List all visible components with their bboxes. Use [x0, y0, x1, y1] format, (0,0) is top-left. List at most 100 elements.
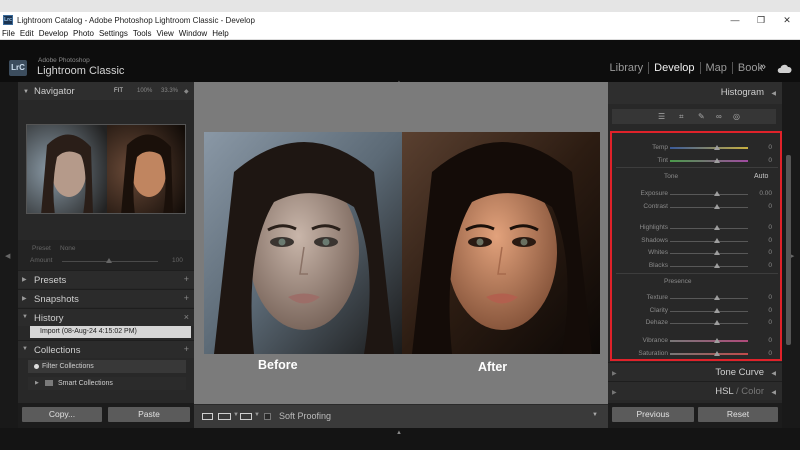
- dehaze-value[interactable]: 0: [768, 319, 772, 326]
- copy-button[interactable]: Copy...: [22, 407, 102, 422]
- histogram-header[interactable]: Histogram ◀: [608, 82, 782, 104]
- hsl-tab[interactable]: HSL: [715, 386, 733, 397]
- highlights-slider-thumb[interactable]: [713, 225, 720, 230]
- texture-value[interactable]: 0: [768, 294, 772, 301]
- shadows-value[interactable]: 0: [768, 237, 772, 244]
- before-after-dropdown-icon[interactable]: ▼: [233, 412, 239, 418]
- auto-tone-button[interactable]: Auto: [754, 173, 768, 180]
- exposure-slider[interactable]: [670, 194, 748, 195]
- expand-triangle-icon[interactable]: ▶: [22, 276, 27, 283]
- collapse-triangle-icon[interactable]: ◀: [771, 90, 776, 97]
- module-develop[interactable]: Develop: [649, 62, 699, 74]
- collapse-triangle-icon[interactable]: ▼: [23, 89, 29, 95]
- zoom-fit[interactable]: FIT: [114, 88, 123, 94]
- saturation-slider[interactable]: [670, 352, 748, 355]
- edit-sliders-icon[interactable]: ☰: [658, 112, 665, 121]
- image-view[interactable]: Before After: [194, 82, 608, 404]
- menu-develop[interactable]: Develop: [39, 29, 68, 38]
- whites-value[interactable]: 0: [768, 249, 772, 256]
- zoom-100[interactable]: 100%: [137, 88, 152, 94]
- exposure-value[interactable]: 0.00: [759, 190, 772, 197]
- blacks-slider[interactable]: [670, 265, 748, 267]
- menu-view[interactable]: View: [157, 29, 174, 38]
- swap-dropdown-icon[interactable]: ▼: [254, 412, 260, 418]
- before-after-icon[interactable]: [218, 413, 231, 420]
- temp-value[interactable]: 0: [768, 144, 772, 151]
- snapshots-section[interactable]: ▶ Snapshots +: [18, 289, 194, 307]
- hsl-color-section[interactable]: ▶ HSL / Color ◀: [608, 381, 782, 400]
- texture-slider[interactable]: [670, 298, 748, 299]
- amount-slider-thumb[interactable]: [106, 258, 112, 263]
- tint-value[interactable]: 0: [768, 157, 772, 164]
- vibrance-value[interactable]: 0: [768, 337, 772, 344]
- swap-icon[interactable]: [240, 413, 252, 420]
- contrast-slider-thumb[interactable]: [713, 203, 720, 209]
- shadows-slider-thumb[interactable]: [713, 237, 720, 243]
- smart-collections[interactable]: ▶ Smart Collections: [28, 377, 186, 390]
- filter-collections[interactable]: Filter Collections: [28, 360, 186, 373]
- clarity-slider[interactable]: [670, 310, 748, 312]
- vibrance-slider[interactable]: [670, 340, 748, 342]
- blacks-slider-thumb[interactable]: [713, 262, 720, 268]
- zoom-333[interactable]: 33.3%: [161, 88, 178, 94]
- menu-file[interactable]: File: [2, 29, 15, 38]
- menu-tools[interactable]: Tools: [133, 29, 152, 38]
- zoom-options-icon[interactable]: ◆: [184, 88, 189, 95]
- paste-button[interactable]: Paste: [108, 407, 190, 422]
- highlights-value[interactable]: 0: [768, 224, 772, 231]
- cloud-sync-icon[interactable]: [776, 63, 792, 75]
- saturation-slider-thumb[interactable]: [713, 350, 720, 356]
- tint-slider-thumb[interactable]: [713, 157, 720, 163]
- heal-icon[interactable]: ✎: [698, 112, 705, 121]
- restore-button[interactable]: ❐: [748, 12, 774, 28]
- minimize-button[interactable]: —: [722, 12, 748, 28]
- navigator-preview[interactable]: [26, 124, 186, 214]
- more-modules-icon[interactable]: »: [760, 61, 766, 73]
- loupe-view-icon[interactable]: [202, 413, 213, 420]
- toolbar-menu-icon[interactable]: ▼: [592, 412, 598, 418]
- preset-value[interactable]: None: [60, 245, 76, 252]
- clarity-value[interactable]: 0: [768, 307, 772, 314]
- collapse-triangle-icon[interactable]: ◀: [771, 389, 776, 396]
- collapse-triangle-icon[interactable]: ▼: [22, 346, 28, 352]
- module-map[interactable]: Map: [701, 62, 732, 74]
- navigator-header[interactable]: ▼ Navigator FIT 100% 33.3% ◆: [18, 82, 194, 100]
- tint-slider[interactable]: [670, 159, 748, 162]
- reset-button[interactable]: Reset: [698, 407, 778, 422]
- vibrance-slider-thumb[interactable]: [713, 338, 720, 343]
- history-item[interactable]: Import (08-Aug-24 4:15:02 PM): [30, 326, 191, 338]
- collapse-triangle-icon[interactable]: ◀: [771, 370, 776, 377]
- shadows-slider[interactable]: [670, 240, 748, 242]
- contrast-value[interactable]: 0: [768, 203, 772, 210]
- expand-triangle-icon[interactable]: ▶: [22, 295, 27, 302]
- right-panel-scrollbar[interactable]: [786, 155, 791, 345]
- saturation-value[interactable]: 0: [768, 350, 772, 357]
- menu-settings[interactable]: Settings: [99, 29, 128, 38]
- collections-section[interactable]: ▼ Collections +: [18, 340, 194, 358]
- menu-photo[interactable]: Photo: [73, 29, 94, 38]
- add-collection-icon[interactable]: +: [184, 344, 189, 354]
- previous-button[interactable]: Previous: [612, 407, 694, 422]
- expand-left-icon[interactable]: ▶: [612, 389, 617, 396]
- history-section[interactable]: ▼ History ×: [18, 308, 194, 326]
- clarity-slider-thumb[interactable]: [713, 307, 720, 313]
- masking-icon[interactable]: ◎: [733, 112, 740, 121]
- left-panel-toggle-icon[interactable]: ◀: [5, 252, 10, 260]
- highlights-slider[interactable]: [670, 228, 748, 229]
- temp-slider[interactable]: [670, 147, 748, 149]
- whites-slider-thumb[interactable]: [713, 250, 720, 255]
- expand-left-icon[interactable]: ▶: [612, 370, 617, 377]
- temp-slider-thumb[interactable]: [713, 145, 720, 150]
- menu-window[interactable]: Window: [179, 29, 207, 38]
- module-library[interactable]: Library: [605, 62, 649, 74]
- menu-help[interactable]: Help: [212, 29, 228, 38]
- expand-triangle-icon[interactable]: ▶: [35, 377, 39, 390]
- crop-icon[interactable]: ⌗: [679, 112, 684, 122]
- add-preset-icon[interactable]: +: [184, 274, 189, 284]
- clear-history-icon[interactable]: ×: [184, 312, 189, 322]
- bottom-panel-toggle-icon[interactable]: ▲: [396, 430, 402, 436]
- whites-slider[interactable]: [670, 253, 748, 254]
- red-eye-icon[interactable]: ∞: [716, 112, 722, 121]
- dehaze-slider[interactable]: [670, 323, 748, 324]
- presets-section[interactable]: ▶ Presets +: [18, 270, 194, 288]
